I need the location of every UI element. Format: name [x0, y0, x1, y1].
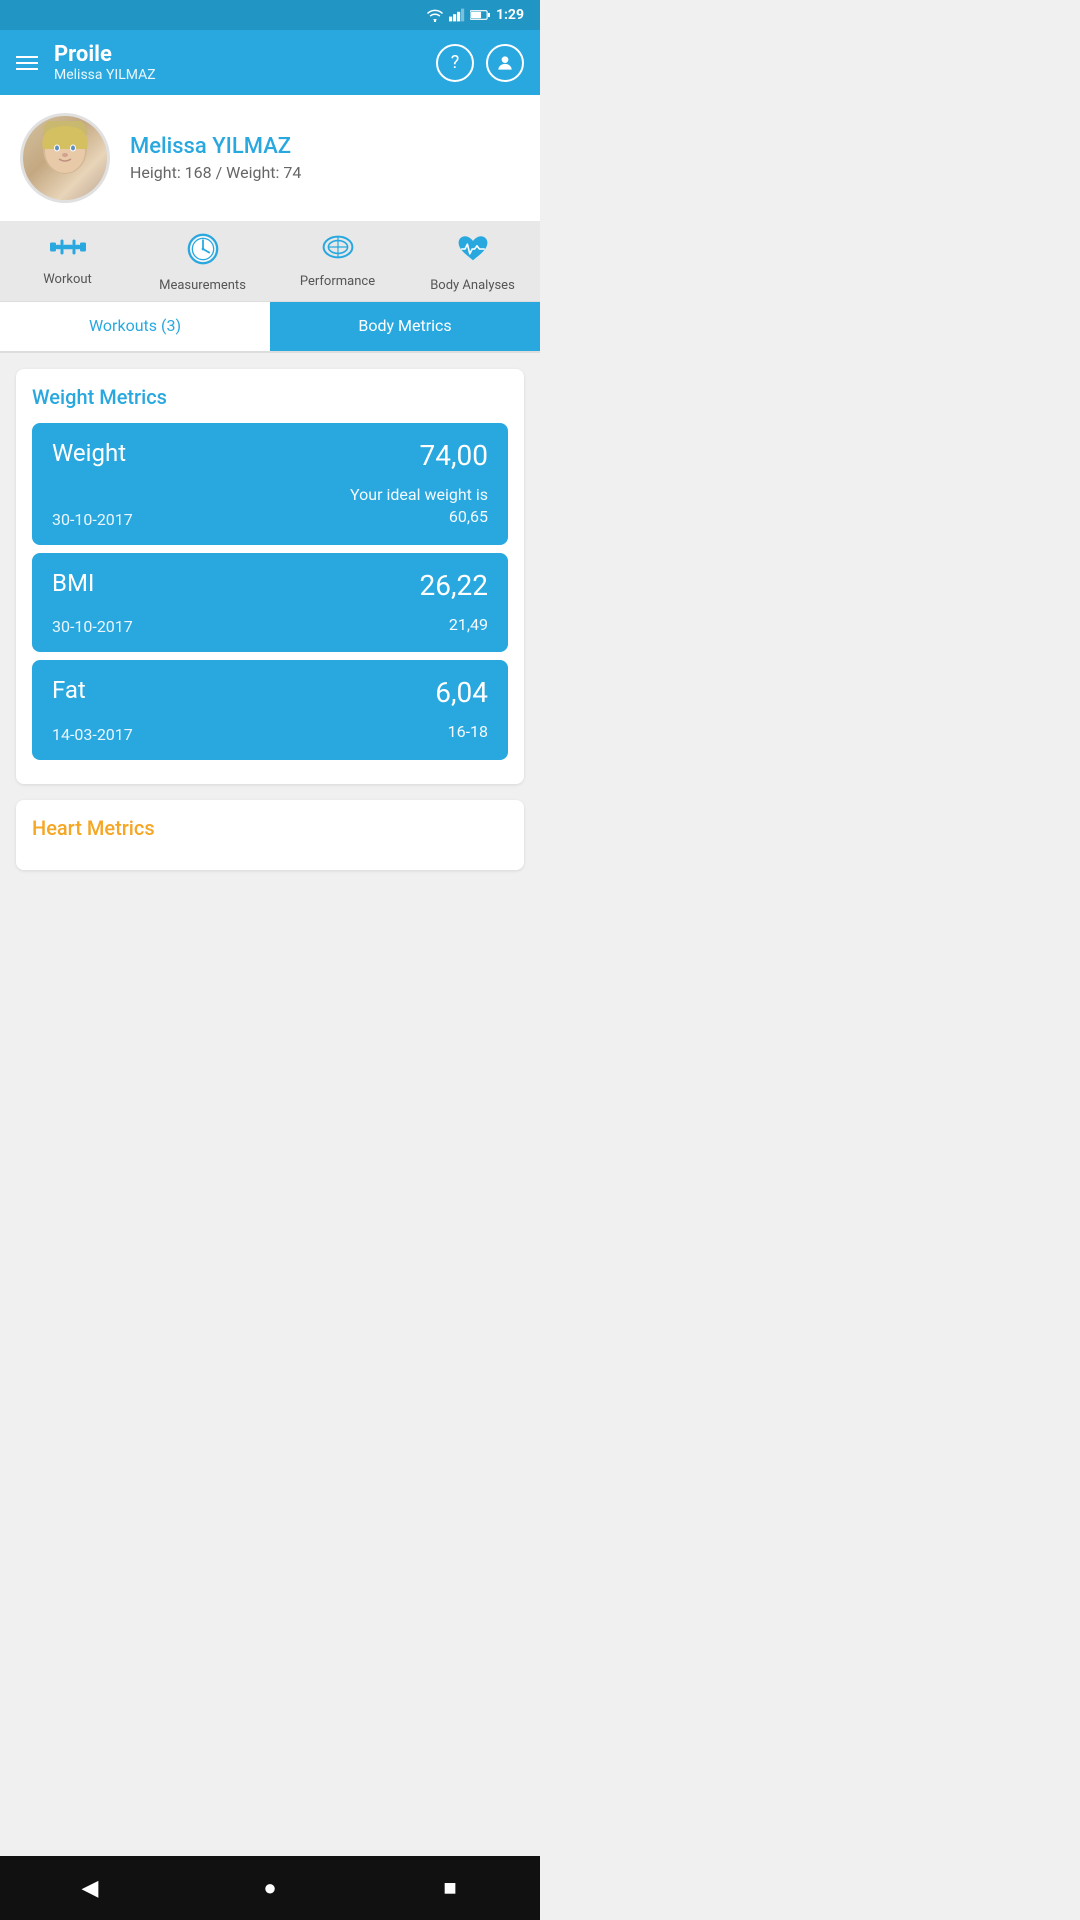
- profile-stats: Height: 168 / Weight: 74: [130, 163, 301, 182]
- weight-metric-date: 30-10-2017: [52, 510, 133, 529]
- help-button[interactable]: ?: [436, 44, 474, 82]
- heart-metrics-card: Heart Metrics: [16, 800, 524, 870]
- profile-button[interactable]: [486, 44, 524, 82]
- tab-body-analyses[interactable]: Body Analyses: [405, 233, 540, 293]
- sub-tab-body-metrics[interactable]: Body Metrics: [270, 302, 540, 351]
- measurements-label: Measurements: [159, 278, 246, 293]
- status-bar: 1:29: [0, 0, 540, 30]
- fat-metric-value: 6,04: [435, 676, 488, 709]
- body-analyses-label: Body Analyses: [430, 278, 515, 293]
- face-illustration: [35, 121, 95, 196]
- bmi-metric[interactable]: BMI 26,22 30-10-2017 21,49: [32, 553, 508, 652]
- bmi-metric-note: 21,49: [449, 614, 488, 636]
- header-title-block: Proile Melissa YILMAZ: [54, 42, 420, 83]
- nav-tabs: Workout Measurements Performance: [0, 221, 540, 302]
- heart-pulse-icon: [457, 233, 489, 265]
- app-title: Proile: [54, 42, 420, 67]
- performance-label: Performance: [300, 274, 375, 289]
- app-header: Proile Melissa YILMAZ ?: [0, 30, 540, 95]
- nav-bar: ◀ ● ■: [0, 1856, 540, 1920]
- user-icon: [495, 53, 515, 73]
- profile-section: Melissa YILMAZ Height: 168 / Weight: 74: [0, 95, 540, 221]
- bmi-metric-date: 30-10-2017: [52, 617, 133, 636]
- header-actions: ?: [436, 44, 524, 82]
- profile-name: Melissa YILMAZ: [130, 134, 301, 159]
- fat-metric[interactable]: Fat 6,04 14-03-2017 16-18: [32, 660, 508, 759]
- weight-metric-value: 74,00: [420, 439, 488, 472]
- weight-metric-note: Your ideal weight is60,65: [350, 484, 488, 529]
- home-button[interactable]: ●: [250, 1868, 290, 1908]
- bmi-metric-value: 26,22: [420, 569, 488, 602]
- fat-metric-date: 14-03-2017: [52, 725, 133, 744]
- tab-measurements[interactable]: Measurements: [135, 233, 270, 293]
- header-subtitle: Melissa YILMAZ: [54, 67, 420, 83]
- wifi-icon: [426, 8, 444, 22]
- performance-icon: [322, 233, 354, 268]
- menu-button[interactable]: [16, 56, 38, 70]
- signal-icon: [449, 8, 465, 22]
- fat-metric-bottom: 14-03-2017 16-18: [52, 721, 488, 743]
- tab-performance[interactable]: Performance: [270, 233, 405, 293]
- weight-metrics-card: Weight Metrics Weight 74,00 30-10-2017 Y…: [16, 369, 524, 784]
- back-button[interactable]: ◀: [70, 1868, 110, 1908]
- recent-button[interactable]: ■: [430, 1868, 470, 1908]
- heart-metrics-title: Heart Metrics: [32, 816, 508, 840]
- weight-metric[interactable]: Weight 74,00 30-10-2017 Your ideal weigh…: [32, 423, 508, 545]
- avatar: [20, 113, 110, 203]
- main-content: Weight Metrics Weight 74,00 30-10-2017 Y…: [0, 353, 540, 886]
- dumbbell-icon: [50, 235, 86, 259]
- workout-icon: [50, 233, 86, 266]
- fat-metric-name: Fat: [52, 676, 86, 704]
- fat-metric-note: 16-18: [448, 721, 488, 743]
- sub-tab-workouts[interactable]: Workouts (3): [0, 302, 270, 351]
- weight-metrics-title: Weight Metrics: [32, 385, 508, 409]
- bmi-metric-name: BMI: [52, 569, 94, 597]
- measurements-icon: [187, 233, 219, 272]
- fat-metric-top: Fat 6,04: [52, 676, 488, 709]
- avatar-image: [23, 113, 107, 203]
- body-analyses-icon: [457, 233, 489, 272]
- status-icons: [426, 8, 490, 22]
- bmi-metric-top: BMI 26,22: [52, 569, 488, 602]
- tape-icon: [322, 233, 354, 261]
- profile-info: Melissa YILMAZ Height: 168 / Weight: 74: [130, 134, 301, 182]
- bmi-metric-bottom: 30-10-2017 21,49: [52, 614, 488, 636]
- status-time: 1:29: [496, 7, 524, 23]
- weight-metric-top: Weight 74,00: [52, 439, 488, 472]
- tab-workout[interactable]: Workout: [0, 233, 135, 293]
- help-icon: ?: [451, 52, 460, 73]
- sub-tabs: Workouts (3) Body Metrics: [0, 302, 540, 353]
- workout-label: Workout: [43, 272, 92, 287]
- weight-metric-name: Weight: [52, 439, 126, 467]
- battery-icon: [470, 8, 490, 22]
- weight-metric-bottom: 30-10-2017 Your ideal weight is60,65: [52, 484, 488, 529]
- clock-icon: [187, 233, 219, 265]
